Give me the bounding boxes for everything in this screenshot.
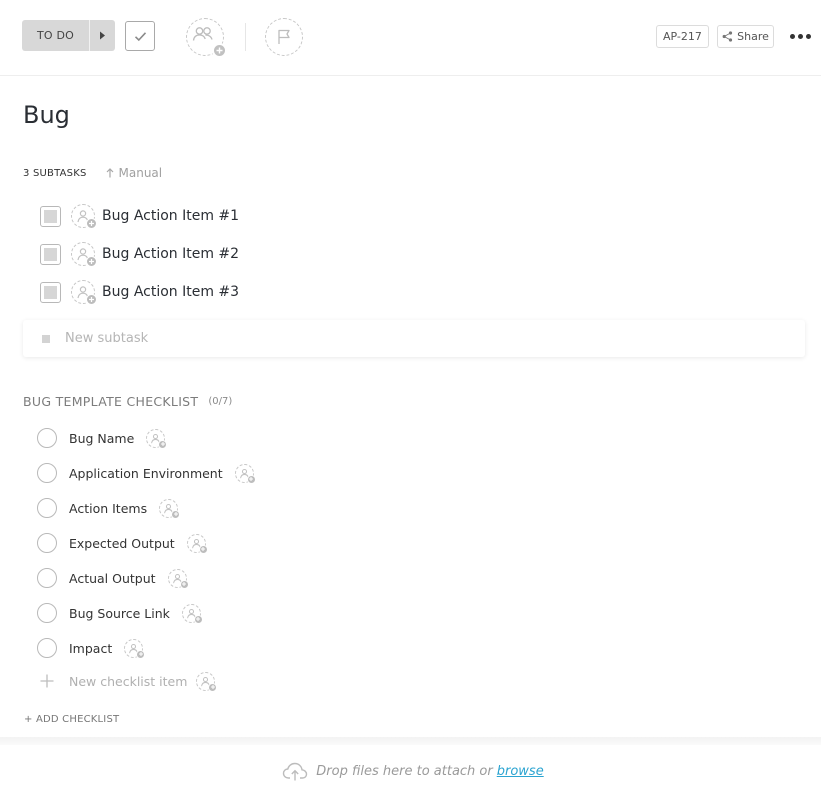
checklist-item[interactable]: Actual Output [37,567,189,589]
add-checklist-button[interactable]: + ADD CHECKLIST [24,714,119,725]
attachment-dropzone[interactable]: Drop files here to attach or browse [0,745,821,797]
add-assignee-icon [193,614,203,624]
task-header: TO DO AP-217 Share [0,0,821,76]
add-assignee-icon [86,256,97,267]
subtasks-sort-label: Manual [118,166,163,180]
dropzone-content: Drop files here to attach or browse [282,762,544,781]
subtask-status-square-icon [42,334,50,343]
checklist-item-name[interactable]: Impact [69,641,112,656]
checklist-item[interactable]: Bug Name [37,427,168,449]
checklist-assignee-icon[interactable] [234,463,256,484]
add-assignee-icon [158,439,168,449]
checklist-item-checkbox[interactable] [37,603,57,623]
add-assignee-icon [198,544,208,554]
subtask-name[interactable]: Bug Action Item #1 [102,208,239,224]
add-assignee-icon [212,43,227,58]
subtask-status-checkbox[interactable] [40,243,61,265]
task-id-badge[interactable]: AP-217 [656,25,709,48]
checklist-assignee-icon[interactable] [181,603,203,624]
checklist-item[interactable]: Bug Source Link [37,602,203,624]
complete-task-button[interactable] [125,21,155,51]
footer-divider [0,737,821,745]
checklist-item-checkbox[interactable] [37,463,57,483]
subtask-row[interactable]: Bug Action Item #3 [40,279,239,305]
subtask-row[interactable]: Bug Action Item #2 [40,241,239,267]
checklist-title[interactable]: BUG TEMPLATE CHECKLIST [23,394,198,409]
checklist-assignee-icon[interactable] [146,428,168,449]
subtask-name[interactable]: Bug Action Item #2 [102,246,239,262]
add-assignee-icon [246,474,256,484]
checklist-count: (0/7) [208,395,233,407]
checklist-assignee-icon[interactable] [196,671,218,692]
browse-files-link[interactable]: browse [497,764,544,779]
subtask-name[interactable]: Bug Action Item #3 [102,284,239,300]
plus-icon [40,674,54,688]
checklist-item[interactable]: Application Environment [37,462,256,484]
more-dots-icon [789,33,795,39]
dropzone-text: Drop files here to attach or [316,763,493,779]
subtasks-header: 3 SUBTASKS Manual [23,166,162,180]
subtask-assignee-icon[interactable] [71,242,97,267]
checklist-assignee-icon[interactable] [159,498,181,519]
status-button[interactable]: TO DO [22,20,115,51]
status-label[interactable]: TO DO [22,20,89,51]
add-assignee-icon [171,509,181,519]
checklist-item-checkbox[interactable] [37,533,57,553]
header-divider [245,23,246,51]
share-icon [722,31,733,42]
subtasks-sort-button[interactable]: Manual [106,166,163,180]
assignees-button[interactable] [186,18,227,58]
subtask-row[interactable]: Bug Action Item #1 [40,203,239,229]
checklist-item[interactable]: Impact [37,637,146,659]
add-assignee-icon [208,682,218,692]
more-options-button[interactable] [787,25,813,47]
checklist-item-checkbox[interactable] [37,568,57,588]
flag-icon [278,29,290,44]
cloud-upload-icon [283,762,308,780]
checklist-item[interactable]: Action Items [37,497,181,519]
priority-flag-button[interactable] [265,18,303,56]
checklist-item[interactable]: Expected Output [37,532,208,554]
check-icon [134,31,146,41]
subtask-assignee-icon[interactable] [71,280,97,305]
subtask-status-checkbox[interactable] [40,281,61,303]
subtask-status-checkbox[interactable] [40,205,61,227]
checklist-assignee-icon[interactable] [167,568,189,589]
add-assignee-icon [179,579,189,589]
share-label: Share [737,30,769,43]
new-subtask-placeholder[interactable]: New subtask [65,331,148,346]
checklist-item-checkbox[interactable] [37,498,57,518]
sort-arrow-up-icon [106,168,113,178]
checklist-item-name[interactable]: Action Items [69,501,147,516]
checklist-item-checkbox[interactable] [37,638,57,658]
subtask-assignee-icon[interactable] [71,204,97,229]
add-assignee-icon [136,649,146,659]
checklist-item-name[interactable]: Bug Source Link [69,606,170,621]
checklist-assignee-icon[interactable] [186,533,208,554]
add-assignee-icon [86,218,97,229]
add-assignee-icon [86,294,97,305]
checklist-item-name[interactable]: Application Environment [69,466,223,481]
share-button[interactable]: Share [717,25,774,48]
new-checklist-item-input[interactable]: New checklist item [40,670,218,692]
checklist-item-name[interactable]: Expected Output [69,536,175,551]
new-checklist-item-placeholder[interactable]: New checklist item [69,674,187,689]
new-subtask-input[interactable]: New subtask [23,320,805,357]
checklist-item-checkbox[interactable] [37,428,57,448]
checklist-assignee-icon[interactable] [124,638,146,659]
checklist-header: BUG TEMPLATE CHECKLIST (0/7) [23,393,232,409]
caret-right-icon[interactable] [89,20,115,51]
checklist-item-name[interactable]: Bug Name [69,431,134,446]
task-title[interactable]: Bug [23,101,70,129]
checklist-item-name[interactable]: Actual Output [69,571,156,586]
subtasks-count: 3 SUBTASKS [23,167,87,179]
